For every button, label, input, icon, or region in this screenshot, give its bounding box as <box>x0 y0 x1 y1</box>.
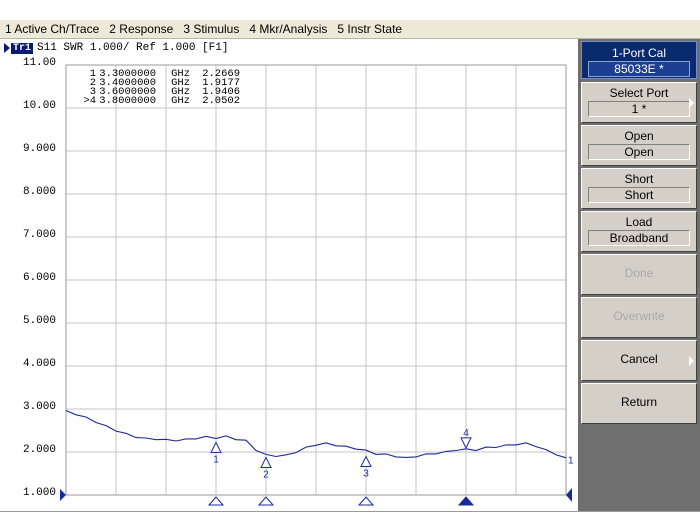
trace-end-label: 1 <box>568 455 574 466</box>
done-button[interactable]: Done <box>581 254 697 295</box>
marker-2-label: 2 <box>263 470 269 481</box>
marker-unit: GHz <box>171 95 190 107</box>
softkey-label: Return <box>620 395 658 409</box>
marker-1-label: 1 <box>213 455 219 466</box>
menu-stimulus[interactable]: 3 Stimulus <box>178 20 244 38</box>
marker-2-icon <box>260 456 272 469</box>
window-top-strip <box>0 0 700 20</box>
submenu-arrow-icon <box>689 355 694 366</box>
return-button[interactable]: Return <box>581 383 697 424</box>
marker-1-position-icon <box>207 496 225 506</box>
swr-plot[interactable]: 1 2 3 4 1 <box>0 39 578 511</box>
select-port-button[interactable]: Select Port 1 * <box>581 82 697 123</box>
marker-table-row: >4 3.8000000 GHz 2.0502 <box>72 95 240 107</box>
softkey-value: 1 * <box>588 101 690 117</box>
open-button[interactable]: Open Open <box>581 125 697 166</box>
marker-4-position-icon <box>457 496 475 506</box>
menu-response[interactable]: 2 Response <box>104 20 178 38</box>
measurement-display: Tr1 S11 SWR 1.000/ Ref 1.000 [F1] 11.00 … <box>0 39 578 511</box>
menu-instr-state[interactable]: 5 Instr State <box>332 20 407 38</box>
marker-4-icon <box>460 437 472 449</box>
softkey-label: Select Port <box>609 86 669 100</box>
short-button[interactable]: Short Short <box>581 168 697 209</box>
submenu-arrow-icon <box>689 97 694 108</box>
softkey-value: Open <box>588 144 690 160</box>
softkey-value: Broadband <box>588 230 690 246</box>
softkey-value: Short <box>588 187 690 203</box>
marker-2-position-icon <box>257 496 275 506</box>
marker-value: 2.0502 <box>202 95 240 107</box>
menu-mkr-analysis[interactable]: 4 Mkr/Analysis <box>244 20 332 38</box>
marker-1-icon <box>210 441 222 454</box>
softkey-label: Open <box>624 129 654 143</box>
reference-marker-icon <box>566 488 572 502</box>
softkey-label: Overwrite <box>613 309 665 323</box>
cancel-button[interactable]: Cancel <box>581 340 697 381</box>
load-button[interactable]: Load Broadband <box>581 211 697 252</box>
softkey-panel: 1-Port Cal 85033E * Select Port 1 * Open… <box>578 39 700 511</box>
marker-id: >4 <box>83 95 96 107</box>
status-bar <box>0 511 700 531</box>
marker-4-label: 4 <box>463 428 469 439</box>
softkey-label: Cancel <box>620 352 658 366</box>
menu-active-ch-trace[interactable]: 1 Active Ch/Trace <box>0 20 104 38</box>
softkey-label: Short <box>624 172 654 186</box>
overwrite-button[interactable]: Overwrite <box>581 297 697 338</box>
softkey-label: Done <box>624 266 654 280</box>
marker-frequency: 3.8000000 <box>99 95 156 107</box>
reference-marker-icon <box>60 489 66 501</box>
softkey-menu-title: 1-Port Cal 85033E * <box>581 41 697 79</box>
softkey-title-label: 1-Port Cal <box>611 46 667 60</box>
marker-3-icon <box>360 455 372 468</box>
softkey-label: Load <box>625 215 653 229</box>
marker-3-label: 3 <box>363 469 369 480</box>
marker-3-position-icon <box>357 496 375 506</box>
menu-bar: 1 Active Ch/Trace 2 Response 3 Stimulus … <box>0 20 700 39</box>
softkey-title-value: 85033E * <box>588 61 690 77</box>
